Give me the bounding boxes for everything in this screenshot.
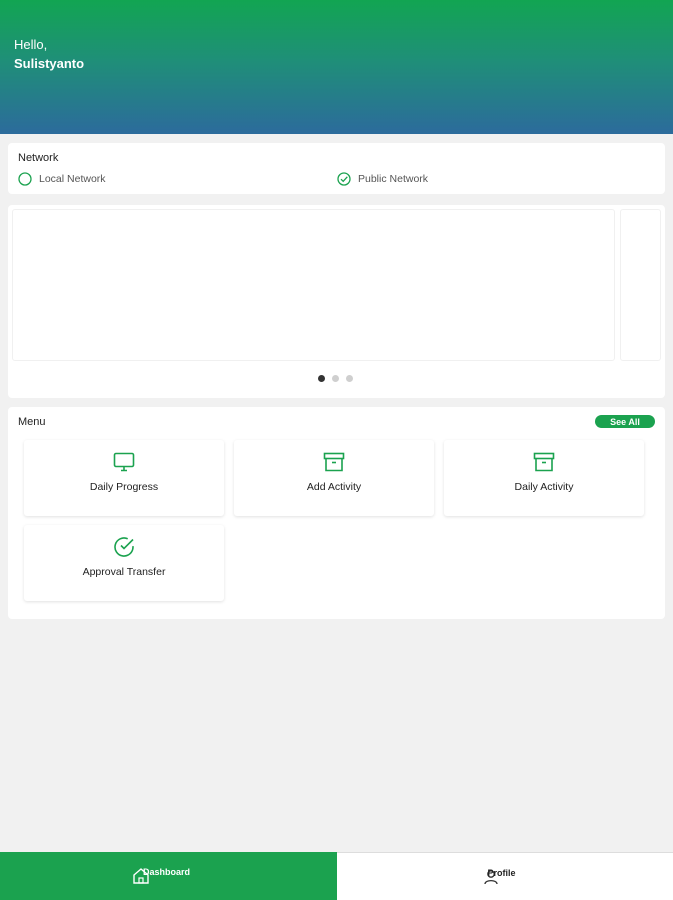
carousel-dot-active[interactable]: [318, 375, 325, 382]
carousel-dot[interactable]: [332, 375, 339, 382]
nav-dashboard[interactable]: Dashboard: [0, 852, 337, 900]
username-text: Sulistyanto: [14, 56, 85, 71]
menu-item-daily-activity[interactable]: Daily Activity: [444, 440, 644, 516]
menu-item-label: Add Activity: [306, 481, 362, 493]
carousel-dot[interactable]: [346, 375, 353, 382]
check-circle-icon: [114, 537, 134, 557]
monitor-icon: [113, 452, 135, 472]
menu-item-add-activity[interactable]: Add Activity: [234, 440, 434, 516]
network-card: Network Local Network Public Network: [8, 143, 665, 194]
archive-box-icon: [533, 452, 555, 472]
app-header: Hello, Sulistyanto: [0, 0, 673, 134]
banner-carousel[interactable]: [8, 205, 665, 398]
menu-item-label: Daily Activity: [514, 481, 574, 493]
network-title: Network: [18, 152, 59, 164]
public-network-option[interactable]: Public Network: [337, 172, 428, 186]
public-network-label: Public Network: [358, 173, 429, 185]
nav-profile-label: Profile: [487, 868, 516, 878]
menu-item-approval-transfer[interactable]: Approval Transfer: [24, 525, 224, 601]
carousel-indicator: [318, 375, 353, 382]
menu-card: Menu See All Daily Progress Add Activity…: [8, 407, 665, 619]
local-network-option[interactable]: Local Network: [18, 172, 106, 186]
bottom-navigation: Dashboard Profile: [0, 852, 673, 900]
menu-item-label: Approval Transfer: [82, 566, 166, 578]
nav-dashboard-label: Dashboard: [143, 867, 191, 877]
see-all-button[interactable]: See All: [595, 415, 655, 428]
local-network-label: Local Network: [39, 173, 106, 185]
radio-empty-icon: [18, 172, 32, 186]
archive-box-icon: [323, 452, 345, 472]
menu-item-daily-progress[interactable]: Daily Progress: [24, 440, 224, 516]
carousel-slide-next[interactable]: [620, 209, 661, 361]
carousel-slide-current[interactable]: [12, 209, 615, 361]
menu-title: Menu: [18, 416, 46, 428]
greeting-text: Hello,: [14, 37, 48, 52]
check-circle-icon: [337, 172, 351, 186]
nav-profile[interactable]: Profile: [336, 852, 673, 900]
menu-item-label: Daily Progress: [89, 481, 159, 493]
